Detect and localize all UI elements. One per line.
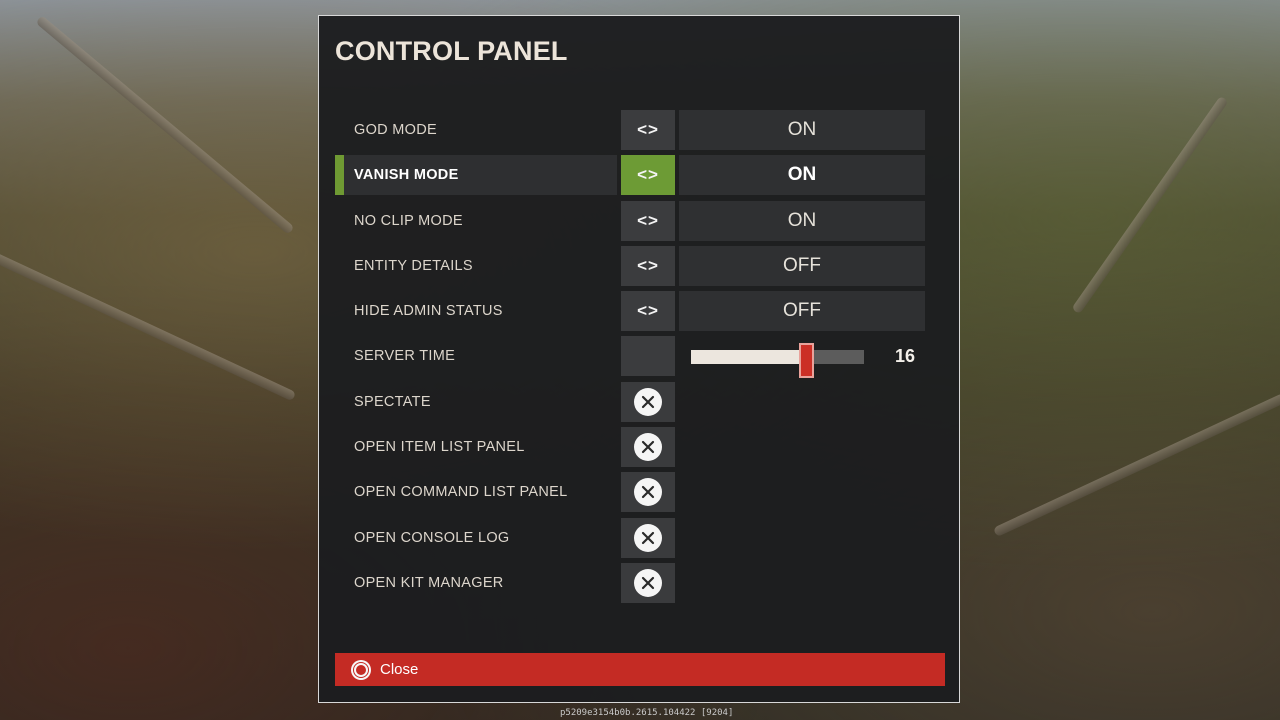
open-console-log-button[interactable] (621, 517, 675, 558)
left-right-arrows-icon: <> (637, 165, 659, 185)
toggle-value: ON (679, 200, 925, 241)
row-label: ENTITY DETAILS (354, 257, 473, 274)
row-open-item-list-panel: OPEN ITEM LIST PANEL (335, 427, 925, 468)
row-open-console-log: OPEN CONSOLE LOG (335, 517, 925, 558)
open-command-list-button[interactable] (621, 472, 675, 513)
row-label: HIDE ADMIN STATUS (354, 303, 503, 320)
server-time-slider[interactable] (691, 343, 864, 379)
spectate-button[interactable] (621, 381, 675, 422)
row-server-time: SERVER TIME 16 (335, 336, 925, 379)
open-kit-manager-button[interactable] (621, 562, 675, 603)
panel-title: CONTROL PANEL (335, 36, 568, 66)
row-vanish-mode: VANISH MODE <> ON (335, 155, 925, 196)
left-right-arrows-icon: <> (637, 120, 659, 139)
row-label: OPEN KIT MANAGER (354, 574, 504, 591)
toggle-value: OFF (679, 245, 925, 286)
server-time-value: 16 (895, 346, 916, 367)
row-label: VANISH MODE (354, 167, 459, 184)
row-god-mode: GOD MODE <> ON (335, 110, 925, 150)
row-entity-details: ENTITY DETAILS <> OFF (335, 245, 925, 286)
left-right-arrows-icon: <> (637, 301, 659, 321)
toggle-button[interactable]: <> (621, 110, 675, 150)
radio-circle-icon (351, 660, 371, 680)
row-hide-admin-status: HIDE ADMIN STATUS <> OFF (335, 291, 925, 332)
close-circle-icon (634, 387, 662, 416)
close-circle-icon (634, 523, 662, 552)
selected-indicator (335, 155, 344, 196)
row-label: SPECTATE (354, 393, 431, 410)
open-item-list-button[interactable] (621, 427, 675, 468)
toggle-button[interactable]: <> (621, 291, 675, 332)
build-id: p5209e3154b0b.2615.104422 [9204] (560, 708, 734, 718)
row-no-clip-mode: NO CLIP MODE <> ON (335, 200, 925, 241)
close-circle-icon (634, 478, 662, 507)
toggle-value: ON (679, 155, 925, 196)
toggle-button[interactable]: <> (621, 155, 675, 196)
row-label: OPEN ITEM LIST PANEL (354, 439, 525, 456)
slider-fill (691, 350, 807, 365)
control-panel: CONTROL PANEL GOD MODE <> ON VANISH MODE… (318, 15, 960, 703)
close-button[interactable]: Close (335, 653, 945, 686)
toggle-value: OFF (679, 291, 925, 332)
toggle-value: ON (679, 110, 925, 150)
row-label: GOD MODE (354, 122, 437, 138)
close-label: Close (380, 661, 419, 678)
close-circle-icon (634, 433, 662, 462)
row-label: NO CLIP MODE (354, 212, 463, 229)
toggle-button[interactable]: <> (621, 245, 675, 286)
row-label: OPEN COMMAND LIST PANEL (354, 484, 568, 501)
control-rows: GOD MODE <> ON VANISH MODE <> ON NO CLIP… (335, 110, 925, 608)
left-right-arrows-icon: <> (637, 210, 659, 230)
toggle-button[interactable]: <> (621, 200, 675, 241)
row-label: OPEN CONSOLE LOG (354, 529, 510, 546)
close-circle-icon (634, 568, 662, 597)
row-open-kit-manager: OPEN KIT MANAGER (335, 562, 925, 603)
server-time-button[interactable] (621, 336, 675, 377)
row-label: SERVER TIME (354, 348, 456, 365)
row-open-command-list-panel: OPEN COMMAND LIST PANEL (335, 472, 925, 513)
slider-thumb[interactable] (799, 343, 814, 379)
left-right-arrows-icon: <> (637, 255, 659, 275)
row-spectate: SPECTATE (335, 381, 925, 422)
